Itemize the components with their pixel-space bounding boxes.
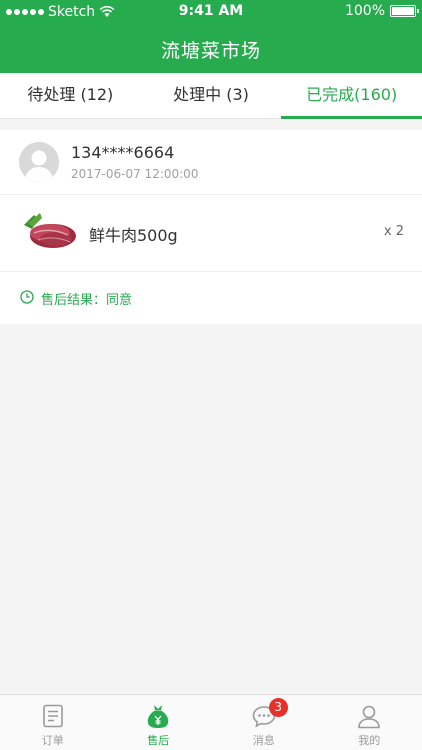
battery-status: 100% [344, 3, 419, 19]
tabbar-item-orders[interactable]: 订单 [0, 695, 106, 750]
after-sale-result: 售后结果：同意 [41, 293, 133, 308]
tabbar-label-profile: 我的 [358, 734, 381, 747]
tabbar-item-profile[interactable]: 我的 [317, 695, 422, 750]
message-count-badge: 3 [268, 698, 288, 717]
product-name: 鲜牛肉500g [89, 226, 178, 245]
after-sale-result-row: 售后结果：同意 [0, 272, 422, 324]
battery-percent: 100% [344, 3, 385, 19]
tabbar-item-after-sales[interactable]: 售后 [106, 695, 212, 750]
order-product-row[interactable]: 鲜牛肉500g x 2 [0, 195, 422, 272]
avatar-placeholder-icon [19, 142, 59, 182]
tabbar-label-messages: 消息 [252, 734, 275, 747]
tab-completed[interactable]: 已完成(160) [281, 73, 422, 119]
order-card[interactable]: 134****6664 2017-06-07 12:00:00 鲜牛肉500g … [0, 130, 422, 324]
customer-phone: 134****6664 [71, 143, 175, 162]
bottom-tab-bar: 订单 售后 3 消息 我的 [0, 694, 422, 750]
order-user-row: 134****6664 2017-06-07 12:00:00 [0, 130, 422, 195]
tab-pending[interactable]: 待处理 (12) [0, 73, 141, 118]
money-bag-icon [148, 705, 169, 728]
product-quantity: x 2 [383, 224, 404, 239]
avatar [19, 142, 59, 182]
tabbar-item-messages[interactable]: 3 消息 [211, 695, 317, 750]
tab-processing[interactable]: 处理中 (3) [141, 73, 282, 118]
tabbar-label-orders: 订单 [41, 734, 64, 747]
order-icon [42, 704, 63, 728]
page-title: 流塘菜市场 [160, 40, 261, 62]
status-bar: Sketch 9:41 AM 100% [0, 0, 422, 24]
app-header: Sketch 9:41 AM 100% 流塘菜市场 [0, 0, 422, 73]
battery-icon [390, 5, 419, 17]
clock-icon [20, 290, 34, 304]
tabbar-label-after-sales: 售后 [147, 734, 170, 747]
beef-product-image [24, 213, 76, 248]
order-datetime: 2017-06-07 12:00:00 [71, 167, 199, 181]
status-tabs: 待处理 (12) 处理中 (3) 已完成(160) [0, 73, 422, 119]
profile-icon [358, 705, 381, 729]
